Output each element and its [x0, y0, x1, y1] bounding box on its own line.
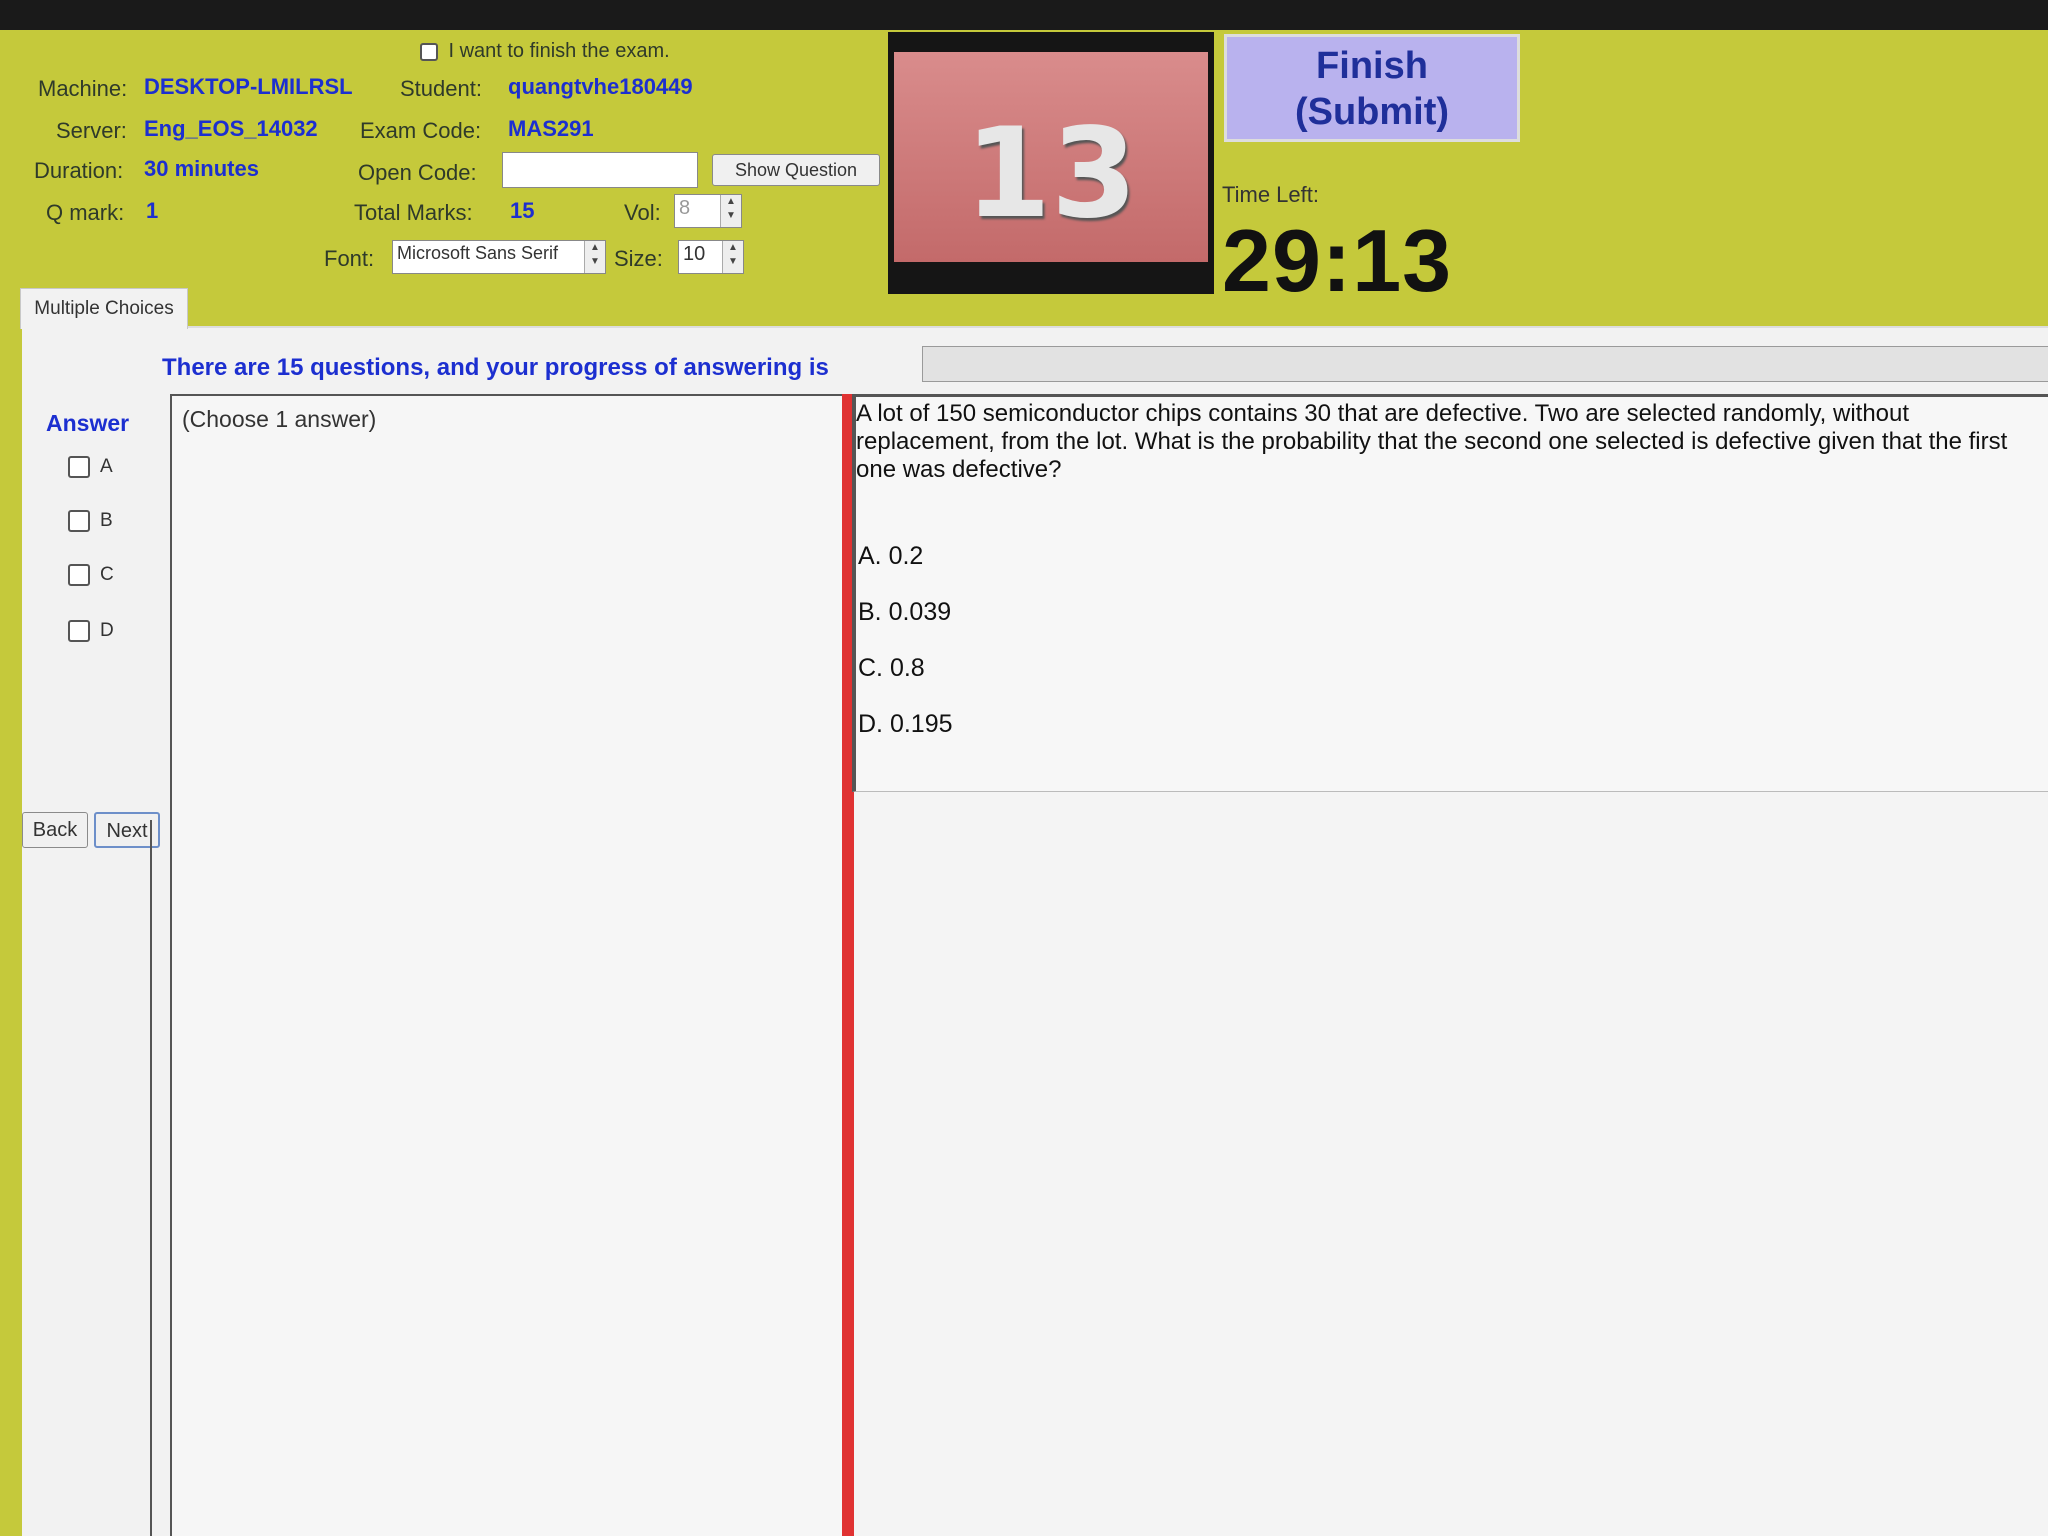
exam-client-window: I want to finish the exam. Machine: DESK… [0, 30, 2048, 1536]
answer-option-d-label: D [100, 620, 114, 642]
question-lower-area [854, 792, 2048, 1536]
left-divider [150, 820, 152, 1536]
font-select[interactable]: Microsoft Sans Serif ▲ ▼ [392, 240, 606, 274]
finish-exam-checkbox-row[interactable]: I want to finish the exam. [420, 40, 670, 63]
server-value: Eng_EOS_14032 [144, 116, 318, 141]
question-choice-d: D. 0.195 [858, 710, 953, 738]
answer-option-c[interactable]: C [68, 564, 114, 586]
show-question-button[interactable]: Show Question [712, 154, 880, 186]
answer-checkbox-a[interactable] [68, 456, 90, 478]
vol-stepper[interactable]: 8 ▲ ▼ [674, 194, 742, 228]
progress-bar [922, 346, 2048, 382]
finish-exam-checkbox-label: I want to finish the exam. [448, 40, 670, 62]
finish-button-line2: (Submit) [1294, 91, 1450, 133]
qmark-value: 1 [146, 198, 159, 223]
answer-title: Answer [46, 410, 130, 436]
answer-checkbox-b[interactable] [68, 510, 90, 532]
font-label: Font: [324, 246, 375, 271]
choose-hint: (Choose 1 answer) [182, 406, 377, 432]
open-code-input[interactable] [502, 152, 698, 188]
vol-spin-icon[interactable]: ▲ ▼ [720, 195, 741, 227]
answer-checkbox-d[interactable] [68, 620, 90, 642]
machine-label: Machine: [38, 76, 128, 101]
time-left-label: Time Left: [1222, 182, 1319, 207]
server-label: Server: [56, 118, 127, 143]
total-marks-label: Total Marks: [354, 200, 473, 225]
font-spin-icon[interactable]: ▲ ▼ [584, 241, 605, 273]
open-code-label: Open Code: [358, 160, 477, 185]
answer-option-a[interactable]: A [68, 456, 113, 478]
size-stepper[interactable]: 10 ▲ ▼ [678, 240, 744, 274]
exam-code-value: MAS291 [508, 116, 594, 141]
total-marks-value: 15 [510, 198, 535, 223]
answer-area [170, 394, 844, 1536]
machine-value: DESKTOP-LMILRSL [144, 74, 353, 99]
answer-option-b-label: B [100, 510, 113, 532]
question-choice-c: C. 0.8 [858, 654, 925, 682]
duration-label: Duration: [34, 158, 124, 183]
answer-option-a-label: A [100, 456, 113, 478]
exam-code-label: Exam Code: [360, 118, 482, 143]
font-value: Microsoft Sans Serif [397, 243, 559, 263]
size-label: Size: [614, 246, 663, 271]
tab-multiple-choices[interactable]: Multiple Choices [20, 288, 188, 329]
progress-text: There are 15 questions, and your progres… [162, 354, 829, 381]
back-button[interactable]: Back [22, 812, 88, 848]
question-choice-a: A. 0.2 [858, 542, 924, 570]
time-left-value: 29:13 [1222, 211, 1453, 310]
finish-button-line1: Finish [1316, 45, 1428, 87]
answer-option-c-label: C [100, 564, 114, 586]
size-spin-icon[interactable]: ▲ ▼ [722, 241, 743, 273]
finish-exam-checkbox[interactable] [420, 42, 438, 61]
vol-value: 8 [679, 197, 691, 219]
answer-option-b[interactable]: B [68, 510, 113, 532]
answer-option-d[interactable]: D [68, 620, 114, 642]
vol-label: Vol: [624, 200, 661, 225]
finish-submit-button[interactable]: Finish (Submit) [1224, 34, 1520, 142]
question-number-panel: 13 [894, 52, 1208, 262]
student-value: quangtvhe180449 [508, 74, 693, 99]
question-text: A lot of 150 semiconductor chips contain… [856, 400, 2008, 483]
question-number-display: 13 [888, 32, 1214, 294]
question-number: 13 [964, 102, 1138, 246]
qmark-label: Q mark: [46, 200, 125, 225]
duration-value: 30 minutes [144, 156, 259, 181]
answer-checkbox-c[interactable] [68, 564, 90, 586]
size-value: 10 [683, 243, 706, 265]
student-label: Student: [400, 76, 482, 101]
question-choice-b: B. 0.039 [858, 598, 952, 626]
